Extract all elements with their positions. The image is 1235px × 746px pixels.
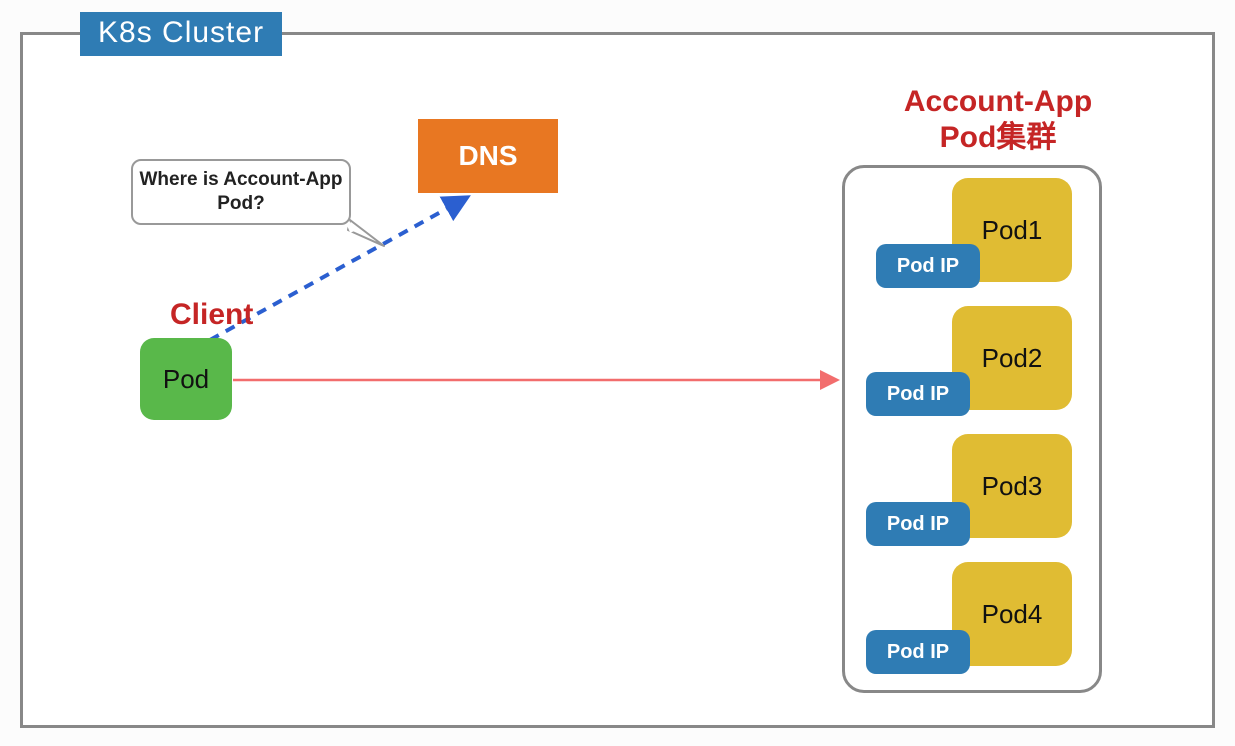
pod-ip-4: Pod IP <box>866 630 970 674</box>
cluster-label: K8s Cluster <box>80 12 282 56</box>
pod-ip-1: Pod IP <box>876 244 980 288</box>
pod-box-3: Pod3 <box>952 434 1072 538</box>
dns-box: DNS <box>418 119 558 193</box>
pod-box-2: Pod2 <box>952 306 1072 410</box>
pod-ip-2: Pod IP <box>866 372 970 416</box>
pod-group-title: Account-App Pod集群 <box>838 84 1158 156</box>
pod-ip-3: Pod IP <box>866 502 970 546</box>
group-title-line1: Account-App <box>904 85 1092 118</box>
speech-text: Where is Account-App Pod? <box>133 168 349 216</box>
client-pod: Pod <box>140 338 232 420</box>
client-label: Client <box>170 298 253 332</box>
speech-bubble: Where is Account-App Pod? <box>131 159 351 225</box>
pod-box-4: Pod4 <box>952 562 1072 666</box>
group-title-line2: Pod集群 <box>940 121 1057 154</box>
